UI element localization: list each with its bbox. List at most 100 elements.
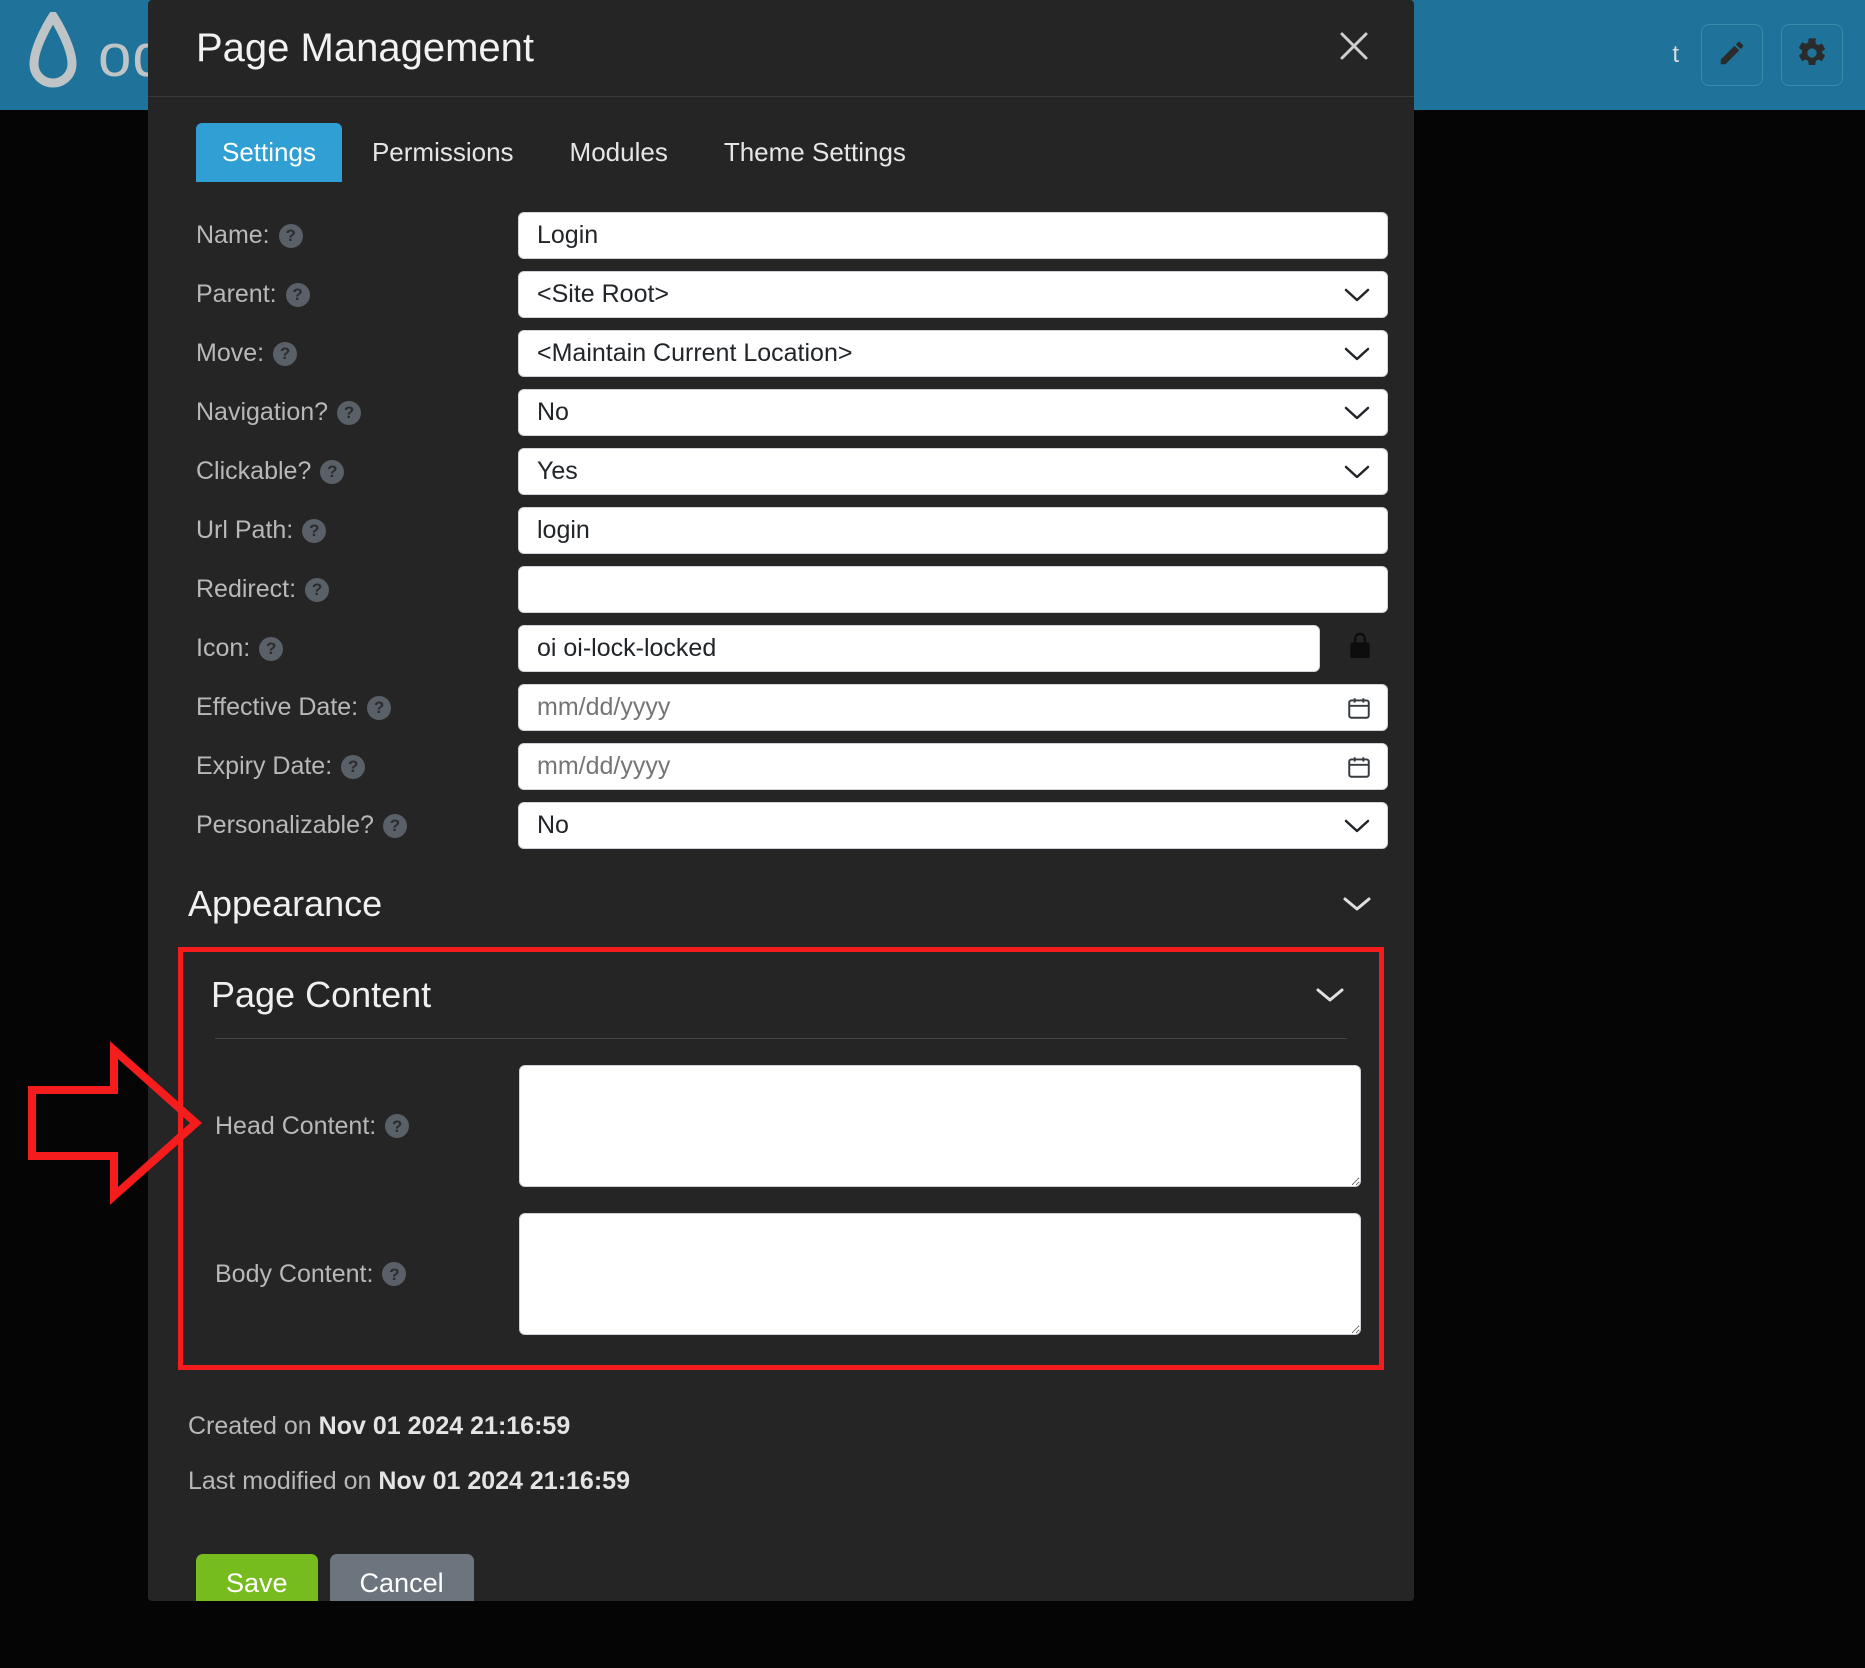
body-content-textarea[interactable] [519,1213,1361,1335]
tab-theme-settings[interactable]: Theme Settings [698,123,932,182]
help-icon-expiry-date[interactable]: ? [341,754,366,779]
label-clickable-text: Clickable? [196,457,312,485]
form-row-move: Move: ? [196,330,1388,377]
last-modified-line: Last modified on Nov 01 2024 21:16:59 [188,1467,1388,1496]
lock-icon [1345,629,1375,668]
cancel-button[interactable]: Cancel [329,1554,474,1601]
head-content-textarea[interactable] [519,1065,1361,1187]
label-effective-date-text: Effective Date: [196,693,359,721]
label-name-text: Name: [196,221,270,249]
header-actions: t [1672,24,1843,86]
personalizable-select[interactable] [518,802,1388,849]
label-navigation: Navigation? ? [196,398,518,427]
created-on-line: Created on Nov 01 2024 21:16:59 [188,1412,1388,1441]
label-redirect-text: Redirect: [196,575,297,603]
url-path-input[interactable] [518,507,1388,554]
label-icon-text: Icon: [196,634,251,662]
gear-icon [1796,37,1828,74]
form-row-navigation: Navigation? ? [196,389,1388,436]
label-move: Move: ? [196,339,518,368]
created-on-date: Nov 01 2024 21:16:59 [318,1412,571,1440]
settings-form: Name: ? Parent: ? [196,212,1388,849]
page-title: Page Management [196,25,535,70]
modal-footer: Save Cancel [196,1554,1388,1601]
tab-modules[interactable]: Modules [544,123,694,182]
label-url-path-text: Url Path: [196,516,294,544]
help-icon-effective-date[interactable]: ? [367,695,392,720]
save-button[interactable]: Save [196,1554,318,1601]
icon-picker-button[interactable] [1332,625,1388,672]
help-icon-body-content[interactable]: ? [382,1262,407,1286]
section-appearance[interactable]: Appearance [174,883,1388,925]
meta-info: Created on Nov 01 2024 21:16:59 Last mod… [188,1412,1388,1496]
label-url-path: Url Path: ? [196,516,518,545]
parent-select[interactable] [518,271,1388,318]
help-icon-url-path[interactable]: ? [302,518,327,543]
navigation-select[interactable] [518,389,1388,436]
form-row-body-content: Body Content: ? [201,1213,1361,1335]
chevron-down-icon[interactable] [1342,895,1384,913]
redirect-input[interactable] [518,566,1388,613]
expiry-date-input[interactable] [518,743,1388,790]
help-icon-clickable[interactable]: ? [320,459,345,484]
help-icon-personalizable[interactable]: ? [382,813,407,838]
help-icon-name[interactable]: ? [278,223,303,248]
form-row-head-content: Head Content: ? [201,1065,1361,1187]
help-icon-icon[interactable]: ? [259,636,284,661]
label-redirect: Redirect: ? [196,575,518,604]
label-body-content: Body Content: ? [215,1260,519,1289]
form-row-icon: Icon: ? [196,625,1388,672]
label-move-text: Move: [196,339,265,367]
label-head-content-text: Head Content: [215,1111,377,1140]
last-modified-date: Nov 01 2024 21:16:59 [378,1467,630,1495]
form-row-expiry-date: Expiry Date: ? [196,743,1388,790]
section-appearance-title: Appearance [188,883,383,924]
form-row-url-path: Url Path: ? [196,507,1388,554]
form-row-name: Name: ? [196,212,1388,259]
label-personalizable: Personalizable? ? [196,811,518,840]
help-icon-redirect[interactable]: ? [305,577,330,602]
help-icon-move[interactable]: ? [273,341,298,366]
label-parent: Parent: ? [196,280,518,309]
section-page-content-title: Page Content [211,974,432,1015]
site-settings-button[interactable] [1781,24,1843,86]
label-navigation-text: Navigation? [196,398,329,426]
form-row-parent: Parent: ? [196,271,1388,318]
help-icon-head-content[interactable]: ? [385,1114,410,1138]
label-icon: Icon: ? [196,634,518,663]
label-expiry-date-text: Expiry Date: [196,752,333,780]
label-head-content: Head Content: ? [215,1112,519,1141]
icon-class-input[interactable] [518,625,1320,672]
help-icon-navigation[interactable]: ? [337,400,362,425]
edit-page-button[interactable] [1701,24,1763,86]
label-parent-text: Parent: [196,280,277,308]
clickable-select[interactable] [518,448,1388,495]
calendar-icon[interactable] [1346,754,1372,780]
form-row-personalizable: Personalizable? ? [196,802,1388,849]
chevron-down-icon[interactable] [1315,986,1357,1004]
label-expiry-date: Expiry Date: ? [196,752,518,781]
header-user-text: t [1672,41,1679,68]
modal-header: Page Management [148,0,1414,97]
section-divider [215,1038,1347,1039]
label-body-content-text: Body Content: [215,1259,374,1288]
help-icon-parent[interactable]: ? [285,282,310,307]
label-name: Name: ? [196,221,518,250]
move-select[interactable] [518,330,1388,377]
form-row-clickable: Clickable? ? [196,448,1388,495]
tab-permissions[interactable]: Permissions [346,123,540,182]
last-modified-prefix: Last modified on [188,1467,372,1495]
pencil-icon [1717,38,1747,73]
effective-date-input[interactable] [518,684,1388,731]
water-drop-icon [22,12,84,98]
close-button[interactable] [1328,22,1380,74]
page-management-modal: Page Management Settings Permissions Mod… [148,0,1414,1601]
name-input[interactable] [518,212,1388,259]
label-effective-date: Effective Date: ? [196,693,518,722]
tab-settings[interactable]: Settings [196,123,342,182]
label-clickable: Clickable? ? [196,457,518,486]
modal-body: Settings Permissions Modules Theme Setti… [148,97,1414,1601]
calendar-icon[interactable] [1346,695,1372,721]
label-personalizable-text: Personalizable? [196,811,374,839]
section-page-content[interactable]: Page Content [201,974,1361,1016]
